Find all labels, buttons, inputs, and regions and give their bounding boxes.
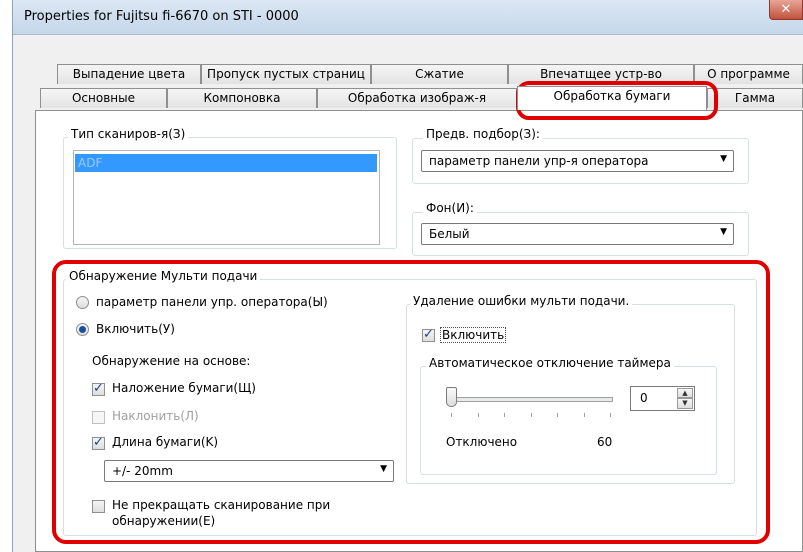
background-dropdown[interactable]: Белый ▼: [421, 223, 734, 245]
tab-layout[interactable]: Компоновка: [167, 88, 317, 108]
tab-paper-handling[interactable]: Обработка бумаги: [517, 86, 707, 110]
close-button[interactable]: ✕: [769, 0, 803, 20]
tab-main[interactable]: Основные: [40, 88, 167, 108]
preset-label: Предв. подбор(З):: [423, 127, 543, 141]
scan-type-item[interactable]: ADF: [75, 154, 377, 172]
tab-color-dropout[interactable]: Выпадение цвета: [57, 64, 201, 84]
chevron-down-icon: ▼: [720, 154, 727, 164]
tab-gamma[interactable]: Гамма: [707, 88, 803, 108]
tab-image-processing[interactable]: Обработка изображ-я: [317, 88, 517, 108]
tab-blank-page-skip[interactable]: Пропуск пустых страниц: [201, 64, 371, 84]
preset-dropdown[interactable]: параметр панели упр-я оператора ▼: [421, 150, 734, 172]
scan-type-label: Тип сканиров-я(З): [68, 127, 189, 141]
highlight-multifeed-section: [52, 260, 770, 544]
preset-value: параметр панели упр-я оператора: [429, 154, 649, 168]
background-label: Фон(И):: [423, 201, 477, 215]
tab-about[interactable]: О программе: [694, 64, 803, 84]
window-title: Properties for Fujitsu fi-6670 on STI - …: [24, 9, 299, 24]
scan-type-list[interactable]: ADF: [73, 150, 380, 245]
chevron-down-icon: ▼: [720, 227, 727, 237]
background-value: Белый: [429, 227, 470, 241]
tab-compression[interactable]: Сжатие: [371, 64, 508, 84]
